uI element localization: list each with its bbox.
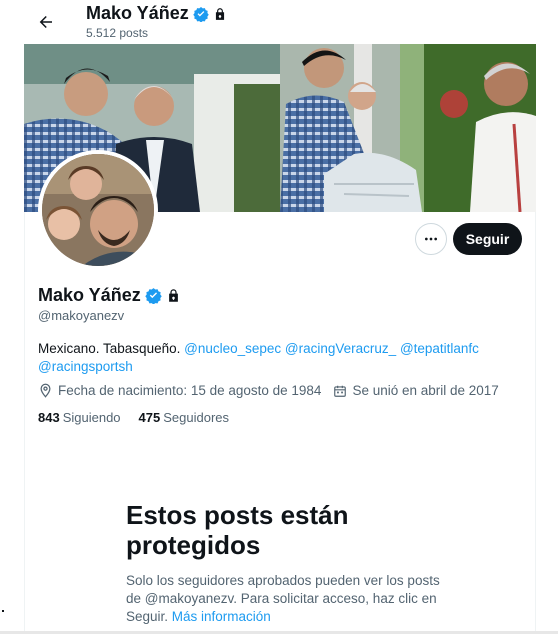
bio-mention-link[interactable]: @tepatitlanfc (400, 341, 479, 356)
more-icon (425, 237, 437, 241)
following-count: 843 (38, 410, 60, 425)
following-link[interactable]: 843 Siguiendo (38, 410, 121, 425)
stray-dot (2, 610, 4, 612)
location-icon (40, 383, 51, 398)
profile-name: Mako Yáñez (38, 285, 181, 306)
back-arrow-icon (39, 16, 52, 28)
profile-avatar[interactable] (38, 150, 158, 270)
join-date-text: Se unió en abril de 2017 (352, 383, 499, 398)
header-display-name: Mako Yáñez (86, 3, 189, 23)
bio-mention-link[interactable]: @nucleo_sepec (184, 341, 281, 356)
follow-counts: 843 Siguiendo 475 Seguidores (38, 410, 247, 425)
lock-icon (215, 7, 224, 20)
lock-icon (168, 289, 178, 302)
top-bar: Mako Yáñez 5.512 posts (0, 0, 558, 44)
followers-link[interactable]: 475 Seguidores (139, 410, 229, 425)
protected-title: Estos posts están protegidos (126, 500, 349, 560)
followers-count: 475 (138, 410, 161, 425)
verified-badge-icon[interactable] (145, 287, 162, 304)
following-label: Siguiendo (62, 410, 121, 425)
back-button[interactable] (33, 9, 59, 35)
verified-badge-icon (192, 6, 209, 22)
more-info-link[interactable]: Más información (172, 609, 271, 624)
follow-button[interactable]: Seguir (453, 223, 522, 255)
header-title: Mako Yáñez (86, 3, 227, 24)
posts-count: 5.512 posts (86, 26, 149, 40)
protected-body: Solo los seguidores aprobados pueden ver… (126, 572, 446, 626)
bio-text: Mexicano. Tabasqueño. (38, 341, 185, 356)
more-options-button[interactable] (415, 223, 447, 255)
profile-display-name: Mako Yáñez (38, 285, 141, 305)
bio-mention-link[interactable]: @racingVeracruz_ (285, 341, 396, 356)
birth-date-text: Fecha de nacimiento: 15 de agosto de 198… (58, 383, 322, 398)
profile-meta: Fecha de nacimiento: 15 de agosto de 198… (38, 383, 511, 398)
bio-mention-link[interactable]: @racingsportsh (38, 359, 133, 374)
avatar-image (42, 154, 154, 266)
profile-bio: Mexicano. Tabasqueño. @nucleo_sepec @rac… (38, 340, 498, 376)
profile-handle: @makoyanezv (38, 308, 125, 323)
calendar-icon (334, 385, 347, 397)
join-date: Se unió en abril de 2017 (333, 383, 499, 398)
protected-notice: Estos posts están protegidos Solo los se… (126, 500, 446, 626)
followers-label: Seguidores (163, 410, 230, 425)
birth-date: Fecha de nacimiento: 15 de agosto de 198… (38, 383, 321, 398)
